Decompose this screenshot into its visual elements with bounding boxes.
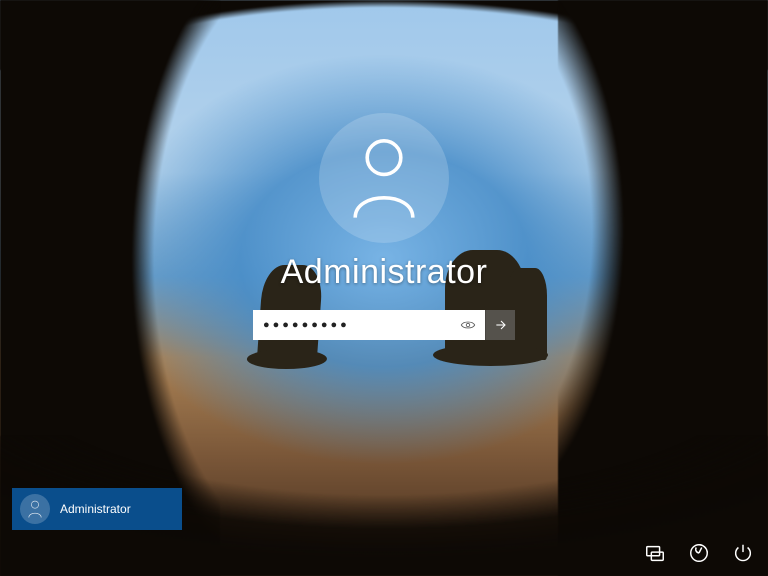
network-icon — [644, 542, 666, 564]
ease-of-access-icon — [688, 542, 710, 564]
password-input[interactable] — [263, 319, 457, 331]
password-field-container — [253, 310, 485, 340]
ease-of-access-button[interactable] — [688, 542, 710, 564]
person-icon — [27, 500, 43, 518]
arrow-right-icon — [493, 317, 509, 333]
network-button[interactable] — [644, 542, 666, 564]
eye-icon — [460, 317, 476, 333]
power-button[interactable] — [732, 542, 754, 564]
user-tile-label: Administrator — [60, 502, 131, 516]
login-panel: Administrator — [253, 113, 515, 340]
power-icon — [732, 542, 754, 564]
user-tile-avatar — [20, 494, 50, 524]
system-buttons — [644, 542, 754, 564]
user-tile-administrator[interactable]: Administrator — [12, 488, 182, 530]
username-label: Administrator — [281, 253, 488, 292]
password-row — [253, 310, 515, 340]
person-icon — [347, 136, 421, 220]
user-avatar — [319, 113, 449, 243]
lock-screen: Administrator — [0, 0, 768, 576]
submit-button[interactable] — [485, 310, 515, 340]
reveal-password-button[interactable] — [457, 310, 479, 340]
